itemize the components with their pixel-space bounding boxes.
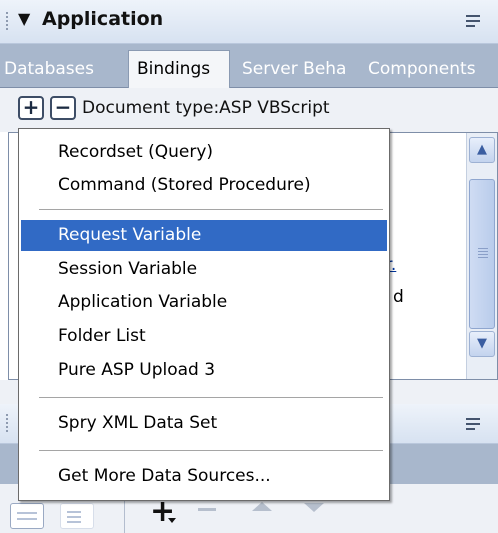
tab-strip: Databases Bindings Server Beha Component… [0,44,498,88]
basic-view-button[interactable] [10,503,44,529]
scroll-down-arrow-icon[interactable]: ▼ [469,331,495,357]
remove-minus-icon[interactable] [198,508,216,511]
menu-item-request-variable[interactable]: Request Variable [21,220,387,251]
menu-item-recordset[interactable]: Recordset (Query) [21,137,387,168]
vertical-scrollbar[interactable]: ▲ ▼ [466,133,497,379]
add-binding-button[interactable]: + [18,96,44,120]
menu-separator [39,397,383,398]
bindings-toolbar: + − Document type:ASP VBScript [0,88,498,132]
panel-options-menu-icon[interactable] [466,418,486,432]
menu-item-pure-asp-upload[interactable]: Pure ASP Upload 3 [21,355,387,386]
menu-item-folder-list[interactable]: Folder List [21,321,387,352]
collapse-triangle-icon[interactable]: ▼ [18,9,30,28]
menu-item-session-variable[interactable]: Session Variable [21,254,387,285]
scroll-up-arrow-icon[interactable]: ▲ [469,137,495,163]
menu-item-spry-xml-data-set[interactable]: Spry XML Data Set [21,408,387,439]
tab-databases[interactable]: Databases [4,54,126,88]
panel-grip-icon[interactable] [6,12,8,32]
panel-title-bar[interactable]: ▼ Application [0,0,498,44]
list-view-button[interactable] [60,503,94,529]
panel-title: Application [42,8,164,30]
scrollbar-thumb[interactable] [469,179,495,329]
menu-item-get-more-data-sources[interactable]: Get More Data Sources... [21,461,387,492]
menu-item-command[interactable]: Command (Stored Procedure) [21,170,387,201]
panel-options-menu-icon[interactable] [466,15,486,29]
remove-binding-button[interactable]: − [50,96,76,120]
move-up-icon[interactable] [252,502,272,511]
panel-grip-icon[interactable] [6,414,8,434]
move-down-icon[interactable] [304,503,324,512]
tab-bindings[interactable]: Bindings [128,50,230,88]
tab-server-behaviors[interactable]: Server Beha [242,54,364,88]
dropdown-caret-icon[interactable] [168,518,176,523]
menu-item-application-variable[interactable]: Application Variable [21,287,387,318]
menu-separator [39,450,383,451]
document-type-label: Document type:ASP VBScript [82,98,330,118]
add-binding-popup-menu: Recordset (Query) Command (Stored Proced… [18,128,390,501]
panel-body-text-fragment: d [393,287,404,307]
menu-separator [39,209,383,210]
tab-components[interactable]: Components [368,54,496,88]
